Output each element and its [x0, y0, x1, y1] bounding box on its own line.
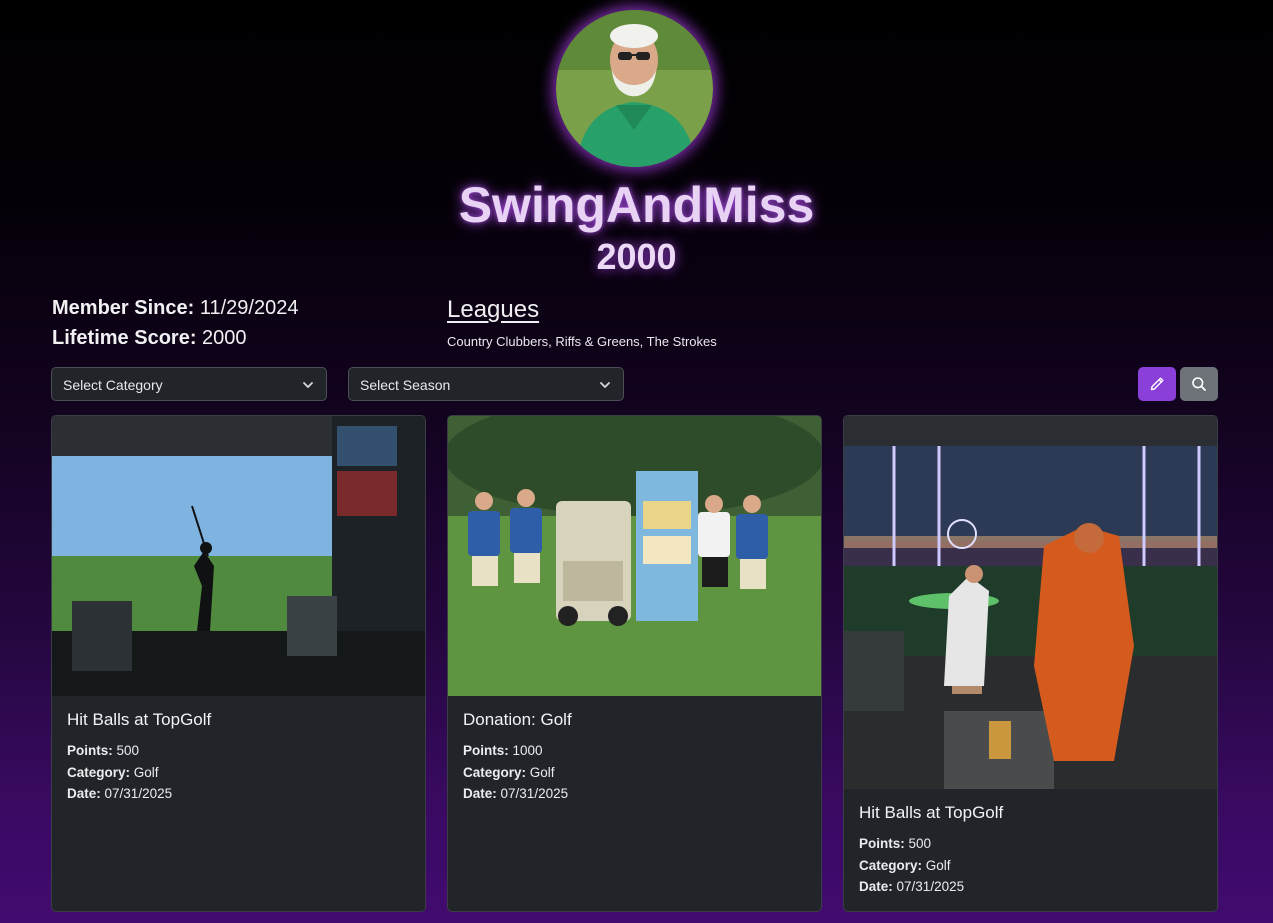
activity-card[interactable]: Donation: Golf Points: 1000 Category: Go… [447, 415, 822, 912]
points-label: Points: [463, 743, 509, 758]
lifetime-score-value: 2000 [202, 327, 247, 349]
card-photo [448, 416, 821, 696]
member-since: Member Since: 11/29/2024 [52, 297, 298, 320]
date-label: Date: [463, 786, 497, 801]
pencil-icon [1150, 377, 1164, 391]
category-value: Golf [925, 857, 951, 873]
member-since-value: 11/29/2024 [199, 297, 299, 319]
chevron-down-icon [600, 382, 610, 388]
card-points: Points: 500 [67, 740, 410, 762]
date-value: 07/31/2025 [104, 786, 173, 801]
card-title: Hit Balls at TopGolf [67, 710, 212, 729]
date-label: Date: [67, 786, 101, 801]
leagues-link[interactable]: Leagues [447, 296, 539, 324]
avatar-photo [556, 10, 713, 167]
date-label: Date: [859, 879, 893, 894]
date-value: 07/31/2025 [896, 879, 965, 894]
card-category: Category: Golf [67, 762, 410, 784]
card-date: Date: 07/31/2025 [859, 876, 1202, 898]
search-icon [1192, 377, 1206, 391]
card-category: Category: Golf [463, 762, 806, 784]
card-photo [844, 416, 1217, 789]
points-label: Points: [859, 836, 905, 851]
card-date: Date: 07/31/2025 [463, 783, 806, 805]
category-label: Category: [67, 764, 131, 780]
chevron-down-icon [303, 382, 313, 388]
card-photo [52, 416, 425, 696]
avatar [556, 10, 713, 167]
username: SwingAndMiss [458, 177, 815, 233]
edit-button[interactable] [1138, 367, 1176, 401]
points-value: 500 [116, 743, 140, 758]
points-label: Points: [67, 743, 113, 758]
season-select-label: Select Season [360, 377, 451, 393]
category-label: Category: [859, 857, 923, 873]
season-select[interactable]: Select Season [348, 367, 624, 401]
card-date: Date: 07/31/2025 [67, 783, 410, 805]
category-select[interactable]: Select Category [51, 367, 327, 401]
category-value: Golf [529, 764, 555, 780]
category-select-label: Select Category [63, 377, 163, 393]
search-button[interactable] [1180, 367, 1218, 401]
leagues-list: Country Clubbers, Riffs & Greens, The St… [447, 334, 717, 349]
card-points: Points: 500 [859, 833, 1202, 855]
date-value: 07/31/2025 [500, 786, 569, 801]
activity-card[interactable]: Hit Balls at TopGolf Points: 500 Categor… [843, 415, 1218, 912]
card-title: Hit Balls at TopGolf [859, 803, 1004, 822]
user-score: 2000 [596, 236, 677, 277]
card-category: Category: Golf [859, 855, 1202, 877]
member-since-label: Member Since: [52, 297, 195, 319]
card-points: Points: 1000 [463, 740, 806, 762]
category-label: Category: [463, 764, 527, 780]
card-title: Donation: Golf [463, 710, 572, 729]
points-value: 1000 [512, 743, 543, 758]
lifetime-score: Lifetime Score: 2000 [52, 327, 247, 350]
category-value: Golf [133, 764, 159, 780]
lifetime-score-label: Lifetime Score: [52, 327, 197, 349]
points-value: 500 [908, 836, 932, 851]
activity-card[interactable]: Hit Balls at TopGolf Points: 500 Categor… [51, 415, 426, 912]
